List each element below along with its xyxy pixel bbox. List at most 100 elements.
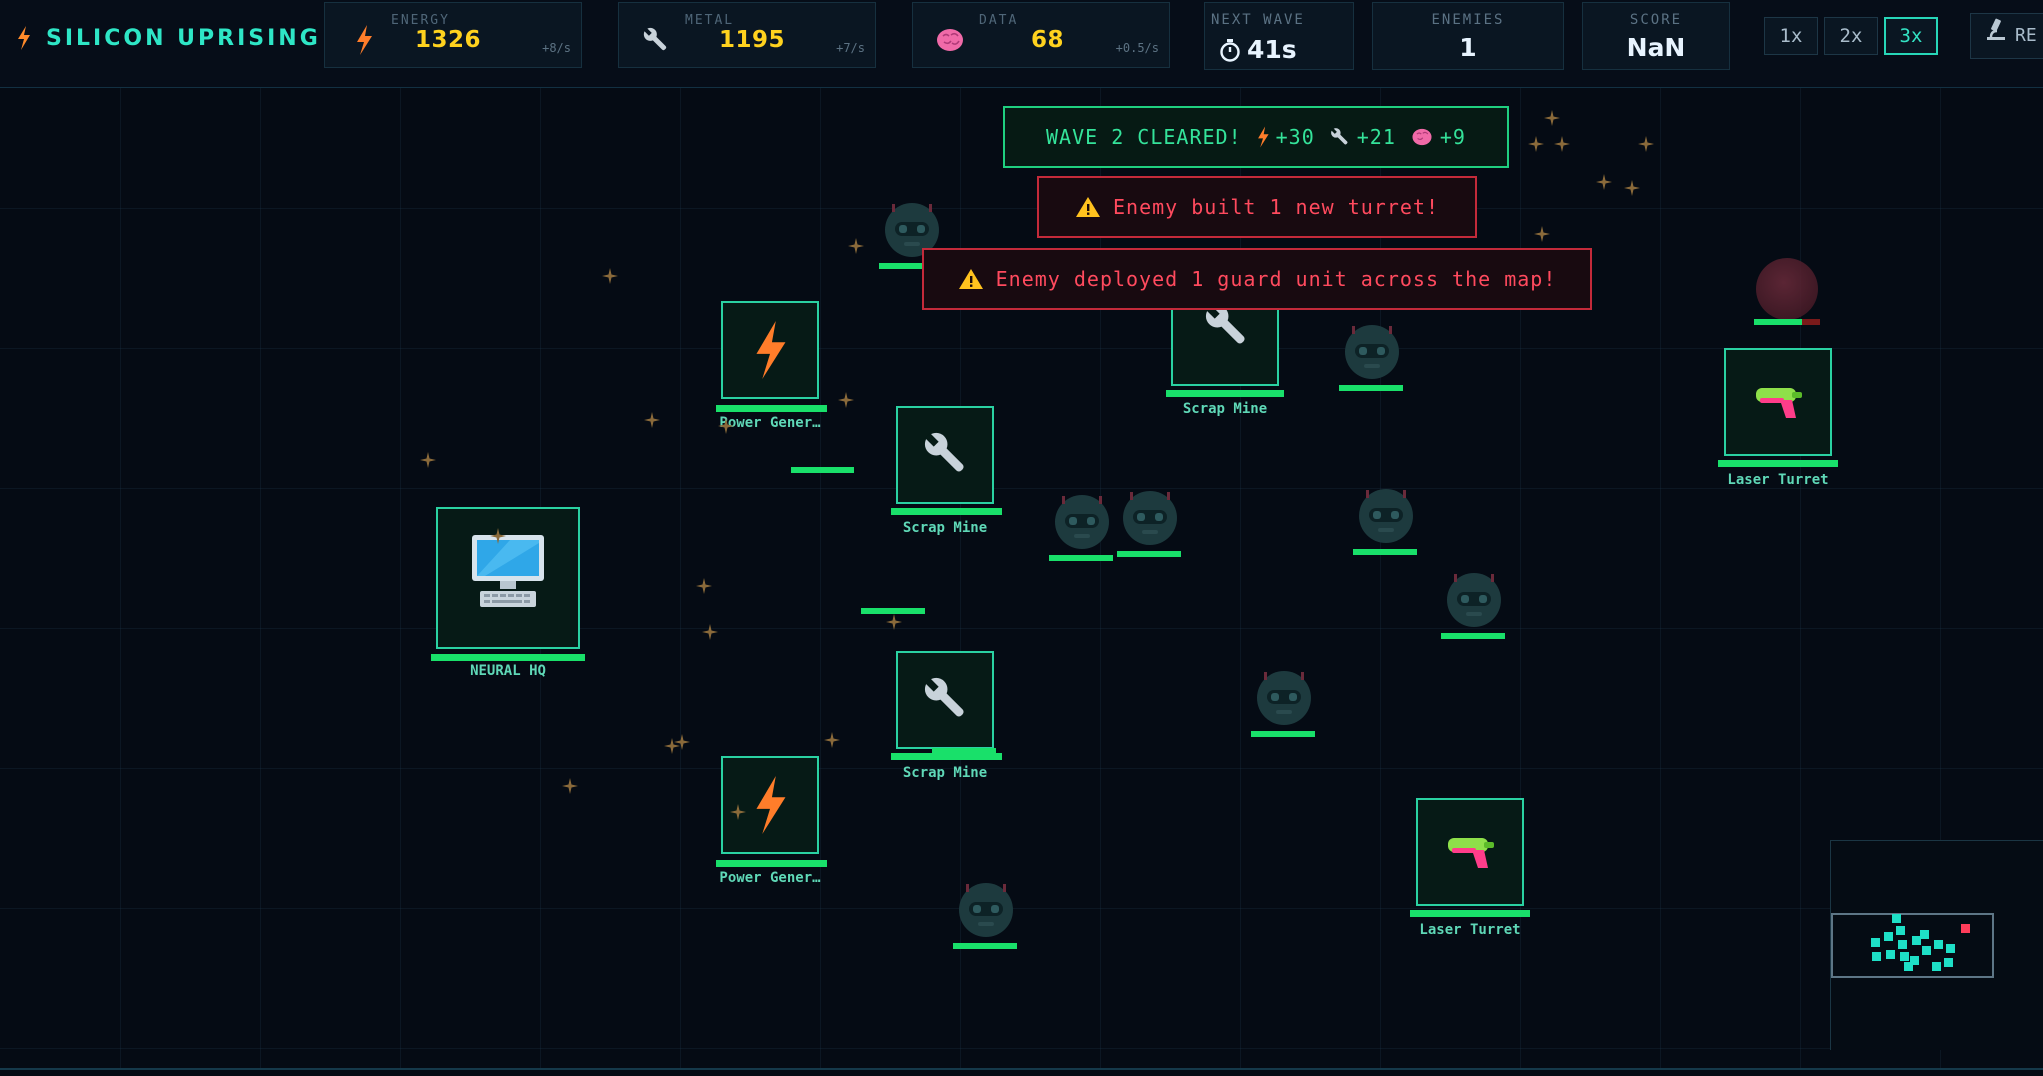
spark-particle (1534, 226, 1550, 242)
turret-label: Laser Turret (1727, 472, 1829, 488)
minimap-unit-dot (1871, 938, 1880, 947)
spark-particle (1528, 136, 1544, 152)
energy-rate: +8/s (542, 41, 571, 55)
minimap-enemy-dot (1961, 924, 1970, 933)
turret-health-bar (1410, 910, 1530, 917)
warning-icon (1075, 197, 1100, 217)
speed-2x-button[interactable]: 2x (1824, 17, 1878, 55)
spark-particle (702, 624, 718, 640)
game-brand: SILICON UPRISING (16, 20, 321, 56)
mine-label: Scrap Mine (902, 765, 988, 781)
minimap-unit-dot (1934, 940, 1943, 949)
enemies-value: 1 (1459, 33, 1477, 62)
spark-particle (730, 804, 746, 820)
stopwatch-icon (1220, 38, 1240, 62)
top-hud: SILICON UPRISING ENERGY 1326 +8/s METAL … (0, 0, 2043, 88)
robot-health-bar (1117, 551, 1181, 557)
lightning-icon (756, 776, 786, 834)
turret-health-bar (1718, 460, 1838, 467)
game-map[interactable] (0, 88, 2043, 1068)
spark-particle (420, 452, 436, 468)
wrench-icon (924, 677, 964, 717)
metal-resource: METAL 1195 +7/s (618, 2, 876, 68)
minimap-unit-dot (1920, 930, 1929, 939)
spark-particle (1554, 136, 1570, 152)
next-wave-readout: 41s (1219, 35, 1297, 64)
spark-particle (696, 578, 712, 594)
energy-value: 1326 (415, 27, 482, 53)
robot-unit[interactable] (1342, 322, 1402, 392)
power-label: Power Gener… (719, 870, 821, 886)
spark-particle (490, 528, 506, 544)
spark-particle (644, 412, 660, 428)
wave-cleared-notification: WAVE 2 CLEARED! +30 +21 +9 (1003, 106, 1509, 168)
energy-resource: ENERGY 1326 +8/s (324, 2, 582, 68)
hq-health-bar (431, 654, 585, 661)
laser-gun-icon (1448, 838, 1494, 868)
minimap-unit-dot (1872, 952, 1881, 961)
hq-label: NEURAL HQ (470, 663, 546, 679)
spark-particle (886, 614, 902, 630)
health-bar (791, 467, 854, 473)
spark-particle (824, 732, 840, 748)
robot-health-bar (1251, 731, 1315, 737)
mine-label: Scrap Mine (1182, 401, 1268, 417)
score-value: NaN (1626, 33, 1686, 62)
robot-health-bar (1441, 633, 1505, 639)
enemy-turret-notification: Enemy built 1 new turret! (1037, 176, 1477, 238)
minimap-unit-dot (1896, 926, 1905, 935)
minimap-unit-dot (1886, 950, 1895, 959)
robot-unit[interactable] (1120, 488, 1180, 558)
speed-3x-button[interactable]: 3x (1884, 17, 1938, 55)
minimap-unit-dot (1946, 944, 1955, 953)
mine-health-bar (891, 753, 1002, 760)
enemy-health-bar-missing (1802, 319, 1820, 325)
brain-icon (1412, 128, 1432, 146)
lightning-icon (357, 25, 372, 55)
health-bar (932, 748, 996, 754)
spark-particle (1624, 180, 1640, 196)
wrench-icon (1330, 128, 1348, 145)
robot-unit[interactable] (1444, 570, 1504, 640)
turret-label: Laser Turret (1419, 922, 1521, 938)
spark-particle (1638, 136, 1654, 152)
lightning-icon (1257, 126, 1269, 148)
mine-label: Scrap Mine (902, 520, 988, 536)
wave-cleared-text: WAVE 2 CLEARED! (1046, 125, 1242, 149)
minimap-unit-dot (1892, 914, 1901, 923)
speed-1x-button[interactable]: 1x (1764, 17, 1818, 55)
warning-icon (958, 269, 983, 289)
data-value: 68 (1031, 27, 1065, 53)
minimap-unit-dot (1898, 940, 1907, 949)
robot-health-bar (1339, 385, 1403, 391)
research-button[interactable]: RE (1970, 13, 2043, 59)
spark-particle (1544, 110, 1560, 126)
wrench-icon (924, 432, 964, 472)
wave-energy-reward: +30 (1275, 125, 1315, 149)
next-wave-stat: NEXT WAVE 41s (1204, 2, 1354, 70)
spark-particle (674, 734, 690, 750)
wave-data-reward: +9 (1439, 125, 1466, 149)
robot-unit[interactable] (1052, 492, 1112, 562)
spark-particle (848, 238, 864, 254)
enemy-guard-text: Enemy deployed 1 guard unit across the m… (995, 267, 1557, 291)
enemies-stat: ENEMIES 1 (1372, 2, 1564, 70)
minimap-unit-dot (1904, 962, 1913, 971)
game-root: SILICON UPRISING ENERGY 1326 +8/s METAL … (0, 0, 2043, 1076)
data-resource: DATA 68 +0.5/s (912, 2, 1170, 68)
robot-unit[interactable] (956, 880, 1016, 950)
minimap-unit-dot (1922, 946, 1931, 955)
robot-unit[interactable] (1356, 486, 1416, 556)
metal-rate: +7/s (836, 41, 865, 55)
power-health-bar (716, 405, 827, 412)
metal-value: 1195 (719, 27, 786, 53)
robot-health-bar (1353, 549, 1417, 555)
research-label: RE (2015, 25, 2037, 46)
robot-unit[interactable] (1254, 668, 1314, 738)
score-label: SCORE (1629, 12, 1683, 28)
robot-health-bar (1049, 555, 1113, 561)
enemy-turret-text: Enemy built 1 new turret! (1112, 195, 1440, 219)
enemy-unit[interactable] (1756, 258, 1818, 320)
lightning-icon (756, 321, 786, 379)
next-wave-label: NEXT WAVE (1211, 12, 1305, 28)
